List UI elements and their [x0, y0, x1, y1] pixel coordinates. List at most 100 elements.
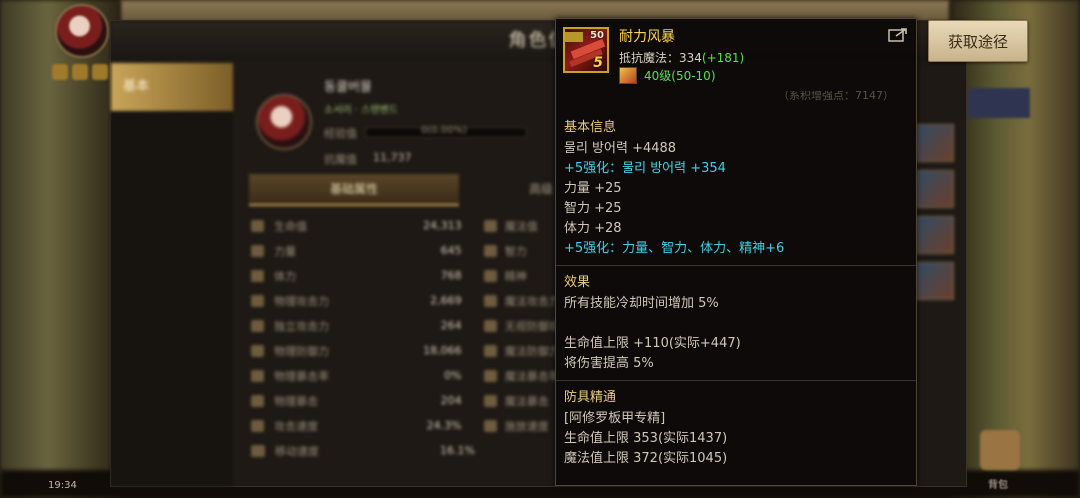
stat-icon — [251, 219, 265, 232]
stat-value: 768 — [440, 269, 462, 282]
stat-row: 移动速度 16.1% — [251, 438, 561, 463]
tooltip-line: 体力 +28 — [564, 221, 622, 236]
stat-name: 物理暴击 — [274, 394, 319, 408]
item-tag — [565, 32, 583, 42]
get-source-button[interactable]: 获取途径 — [928, 20, 1028, 62]
stat-icon — [251, 419, 265, 432]
buff-icon — [92, 64, 108, 80]
equipment-slot[interactable] — [916, 262, 954, 300]
stat-name: 魔法暴击率 — [504, 369, 560, 383]
stat-row: 体力 768 精神 — [251, 263, 561, 288]
stat-name: 体力 — [274, 269, 297, 283]
tooltip-line: 所有技能冷却时间增加 5% — [564, 296, 719, 311]
stat-name: 物理防御力 — [274, 344, 330, 358]
exp-value: 0(0.00%) — [421, 125, 467, 136]
stat-icon — [251, 294, 265, 307]
exp-label: 经验值 — [324, 127, 357, 140]
equipment-slot[interactable] — [916, 170, 954, 208]
stat-name: 生命值 — [274, 219, 308, 233]
stats-table: 生命值 24,313 魔法值 力量 645 智力 体力 768 精神 物理攻击力 2,669 魔… — [251, 213, 561, 463]
magic-resist-label: 抗魔值 — [324, 153, 357, 166]
stat-name: 施放速度 — [504, 419, 549, 433]
stat-value: 264 — [440, 319, 462, 332]
stat-row: 物理暴击率 0% 魔法暴击率 — [251, 363, 561, 388]
tooltip-line: 将伤害提高 5% — [564, 356, 654, 371]
equipment-slot[interactable] — [916, 124, 954, 162]
tooltip-line: 물리 방어력 +4488 — [564, 141, 677, 156]
tooltip-line: +5强化：물리 방어력 +354 — [564, 161, 726, 176]
character-portrait — [256, 94, 312, 150]
tooltip-line: 魔法值上限 372(实际1045) — [564, 451, 728, 466]
stat-value: 18,066 — [423, 344, 462, 357]
bag-icon[interactable] — [980, 430, 1020, 470]
stat-icon — [483, 344, 497, 357]
stat-name: 魔法值 — [504, 219, 538, 233]
item-tooltip: 50 5 耐力风暴 抵抗魔法：334(+181) 40级(50-10) （系积增… — [555, 18, 917, 486]
stat-name: 物理暴击率 — [274, 369, 330, 383]
tooltip-line: [阿修罗板甲专精] — [564, 411, 666, 426]
stat-row: 物理攻击力 2,669 魔法攻击力 — [251, 288, 561, 313]
magic-resist-value: 11,737 — [373, 151, 412, 164]
stat-name: 攻击速度 — [274, 419, 319, 433]
level-requirement-icon — [619, 67, 637, 84]
stat-row: 生命值 24,313 魔法值 — [251, 213, 561, 238]
stat-icon — [251, 269, 265, 282]
tab-basic-attributes[interactable]: 基础属性 — [249, 174, 459, 206]
divider — [556, 380, 916, 381]
equipment-slot[interactable] — [916, 216, 954, 254]
stat-value: 645 — [440, 244, 462, 257]
faint-header-text: （系积增强点：7147） — [778, 91, 894, 102]
stat-icon — [483, 219, 497, 232]
section-title-basic: 基本信息 — [564, 120, 617, 135]
stat-icon — [251, 369, 265, 382]
player-avatar[interactable] — [55, 4, 109, 58]
stat-icon — [483, 394, 497, 407]
stat-row: 独立攻击力 264 无视防御攻击 — [251, 313, 561, 338]
stat-row: 物理暴击 204 魔法暴击 — [251, 388, 561, 413]
share-icon[interactable] — [888, 27, 908, 43]
equipment-slots — [916, 124, 956, 308]
clock-text: 19:34 — [48, 480, 77, 491]
stat-icon — [483, 319, 497, 332]
stat-name: 魔法防御力 — [504, 344, 560, 358]
stat-value: 24.3% — [426, 419, 462, 432]
tooltip-line: 力量 +25 — [564, 181, 622, 196]
character-name: 동쿨버뮬 — [324, 80, 372, 95]
stat-row: 物理防御力 18,066 魔法防御力 — [251, 338, 561, 363]
stat-icon — [483, 369, 497, 382]
tooltip-header: 50 5 耐力风暴 抵抗魔法：334(+181) 40级(50-10) — [556, 19, 916, 91]
tooltip-body: 基本信息 물리 방어력 +4488 +5强化：물리 방어력 +354 力量 +2… — [556, 117, 916, 469]
stat-value: 204 — [440, 394, 462, 407]
stat-value: 16.1% — [440, 444, 475, 457]
stat-name: 移动速度 — [275, 444, 319, 458]
stat-icon — [251, 244, 265, 257]
stat-icon — [483, 269, 497, 282]
stat-icon — [251, 344, 265, 357]
stat-icon — [483, 419, 497, 432]
stat-name: 无视防御攻击 — [504, 319, 561, 333]
stat-name: 魔法攻击力 — [504, 294, 560, 308]
section-title-effect: 效果 — [564, 275, 591, 290]
stat-icon — [251, 319, 265, 332]
side-tab-column — [111, 111, 233, 486]
bag-label: 背包 — [988, 480, 1008, 491]
right-menu-icons[interactable] — [968, 88, 1030, 118]
stat-row: 攻击速度 24.3% 施放速度 — [251, 413, 561, 438]
item-name: 耐力风暴 — [619, 29, 675, 45]
item-enhance-badge: 5 — [593, 55, 603, 71]
background-tree-right — [950, 0, 1080, 498]
stat-icon — [251, 394, 265, 407]
tooltip-line: 智力 +25 — [564, 201, 622, 216]
stat-row: 力量 645 智力 — [251, 238, 561, 263]
side-tab-basic[interactable]: 基本 — [111, 63, 233, 111]
tooltip-line: +5强化：力量、智力、体力、精神+6 — [564, 241, 785, 256]
tooltip-line: 生命值上限 +110(实际+447) — [564, 336, 741, 351]
stat-name: 物理攻击力 — [274, 294, 330, 308]
tooltip-line: 生命值上限 353(实际1437) — [564, 431, 728, 446]
stat-value: 0% — [444, 369, 462, 382]
resist-bonus: (+181) — [701, 51, 745, 65]
stat-icon — [251, 444, 265, 457]
character-subtitle: 소서러 · 스탠벤드 — [324, 105, 398, 116]
item-resist-line: 抵抗魔法：334(+181) — [619, 49, 744, 66]
